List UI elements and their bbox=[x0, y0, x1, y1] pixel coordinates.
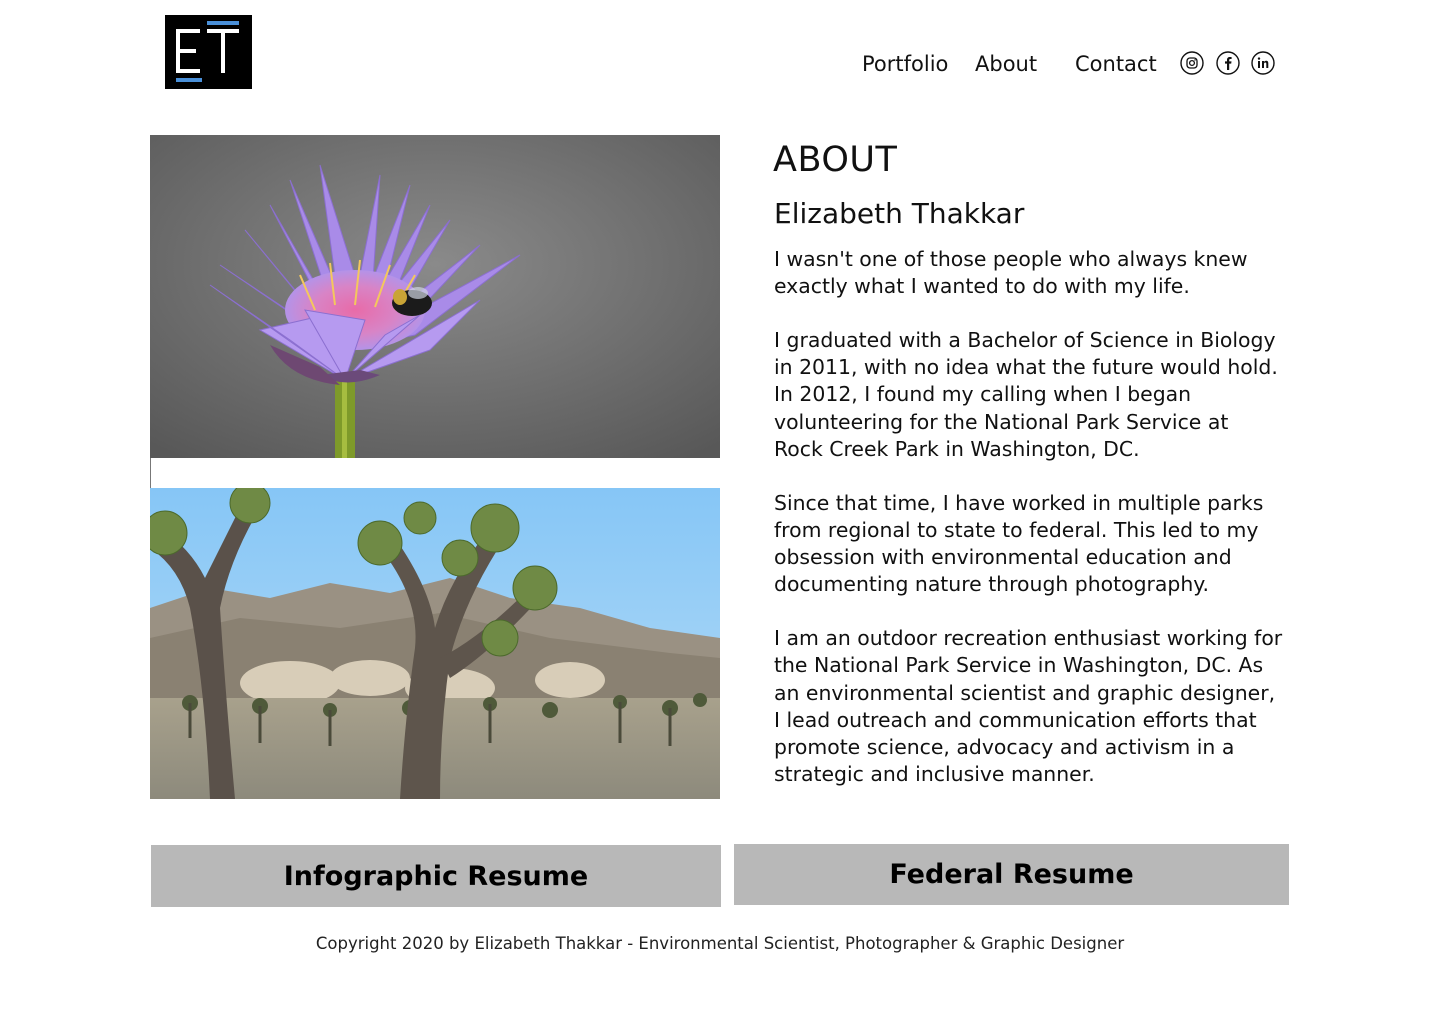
linkedin-icon[interactable] bbox=[1251, 51, 1275, 75]
nav-portfolio[interactable]: Portfolio bbox=[862, 50, 948, 78]
photo-divider bbox=[150, 458, 151, 488]
about-paragraph-1: I wasn't one of those people who always … bbox=[774, 247, 1248, 299]
water-lily-photo bbox=[150, 135, 720, 458]
nav-contact[interactable]: Contact bbox=[1075, 50, 1157, 78]
instagram-icon[interactable] bbox=[1180, 51, 1204, 75]
about-paragraph-4: I am an outdoor recreation enthusiast wo… bbox=[774, 626, 1283, 786]
about-heading: ABOUT bbox=[773, 140, 898, 180]
joshua-tree-photo bbox=[150, 488, 720, 799]
nav-about[interactable]: About bbox=[975, 50, 1037, 78]
about-body: I wasn't one of those people who always … bbox=[774, 246, 1294, 815]
about-name: Elizabeth Thakkar bbox=[774, 197, 1025, 230]
about-paragraph-3: Since that time, I have worked in multip… bbox=[774, 490, 1264, 597]
about-paragraph-2: I graduated with a Bachelor of Science i… bbox=[774, 328, 1278, 461]
federal-resume-button[interactable]: Federal Resume bbox=[734, 844, 1289, 905]
facebook-icon[interactable] bbox=[1216, 51, 1240, 75]
footer-copyright: Copyright 2020 by Elizabeth Thakkar - En… bbox=[315, 934, 1125, 953]
infographic-resume-button[interactable]: Infographic Resume bbox=[151, 845, 721, 907]
